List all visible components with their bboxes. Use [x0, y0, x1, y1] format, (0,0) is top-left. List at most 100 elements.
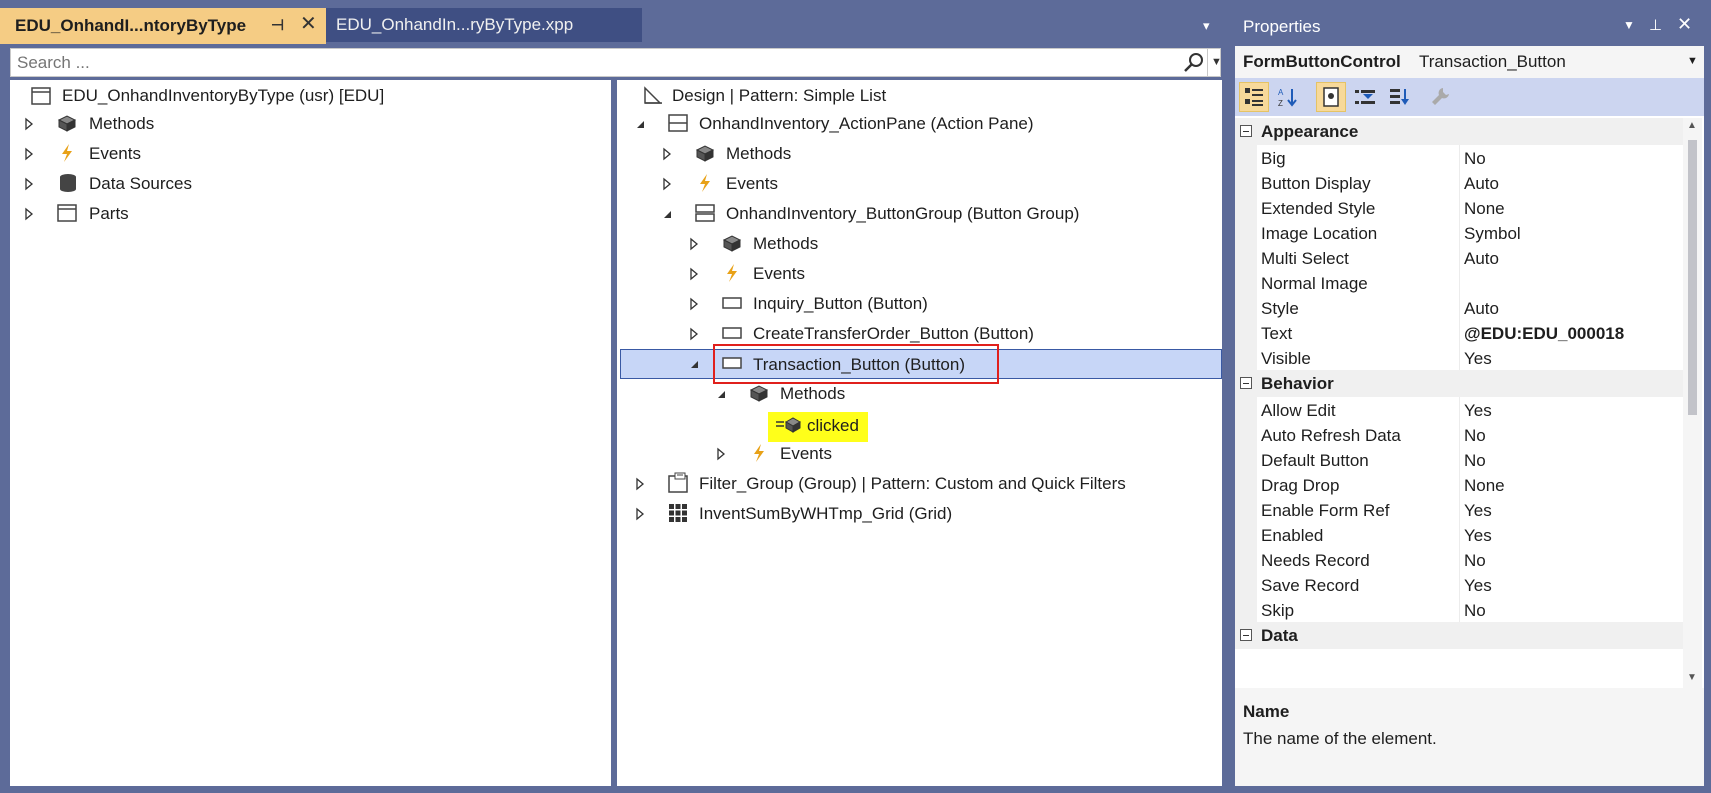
- property-row[interactable]: Save Record Yes: [1235, 572, 1683, 599]
- left-parts-label[interactable]: Parts: [89, 200, 129, 227]
- expand-arrow-icon[interactable]: [22, 207, 36, 221]
- design-root-label[interactable]: Design | Pattern: Simple List: [672, 82, 886, 109]
- property-row[interactable]: Multi Select Auto: [1235, 245, 1683, 272]
- property-value[interactable]: No: [1459, 547, 1683, 574]
- property-value[interactable]: Symbol: [1459, 220, 1683, 247]
- left-events-label[interactable]: Events: [89, 140, 141, 167]
- search-options-icon[interactable]: ▼: [1211, 56, 1222, 68]
- close-icon[interactable]: ✕: [1677, 14, 1692, 35]
- left-datasources-label[interactable]: Data Sources: [89, 170, 192, 197]
- category-behavior[interactable]: Behavior: [1235, 370, 1683, 397]
- events-view-button[interactable]: [1350, 82, 1380, 112]
- expand-arrow-icon[interactable]: [22, 177, 36, 191]
- property-value[interactable]: Auto: [1459, 295, 1683, 322]
- tab-active-form[interactable]: EDU_OnhandI...ntoryByType ⊣ ✕: [0, 8, 326, 44]
- property-value[interactable]: No: [1459, 447, 1683, 474]
- form-root-label[interactable]: EDU_OnhandInventoryByType (usr) [EDU]: [62, 82, 384, 109]
- search-input[interactable]: [17, 52, 1167, 73]
- property-row[interactable]: Visible Yes: [1235, 345, 1683, 372]
- action-pane-label[interactable]: OnhandInventory_ActionPane (Action Pane): [699, 110, 1034, 137]
- property-value[interactable]: Yes: [1459, 345, 1683, 372]
- ap-methods-label[interactable]: Methods: [726, 140, 791, 167]
- pin-icon[interactable]: ⊣: [271, 16, 284, 34]
- property-row[interactable]: Style Auto: [1235, 295, 1683, 322]
- property-row[interactable]: Enable Form Ref Yes: [1235, 497, 1683, 524]
- property-value[interactable]: Auto: [1459, 170, 1683, 197]
- expand-arrow-icon[interactable]: [22, 117, 36, 131]
- expand-arrow-icon[interactable]: [687, 297, 701, 311]
- property-row[interactable]: Allow Edit Yes: [1235, 397, 1683, 424]
- scroll-down-icon[interactable]: ▼: [1687, 672, 1697, 683]
- collapse-category-icon[interactable]: [1240, 629, 1252, 641]
- tb-events-label[interactable]: Events: [780, 440, 832, 467]
- property-row[interactable]: Enabled Yes: [1235, 522, 1683, 549]
- scroll-up-icon[interactable]: ▲: [1687, 120, 1697, 131]
- property-row[interactable]: Needs Record No: [1235, 547, 1683, 574]
- search-icon[interactable]: [1182, 50, 1206, 74]
- object-selector[interactable]: FormButtonControl Transaction_Button ▼: [1235, 46, 1704, 80]
- property-value[interactable]: No: [1459, 597, 1683, 624]
- tab-xpp[interactable]: EDU_OnhandIn...ryByType.xpp: [326, 8, 642, 42]
- create-transfer-button-label[interactable]: CreateTransferOrder_Button (Button): [753, 320, 1034, 347]
- property-value[interactable]: No: [1459, 422, 1683, 449]
- property-value[interactable]: Yes: [1459, 522, 1683, 549]
- close-icon[interactable]: ✕: [300, 11, 317, 36]
- properties-view-button[interactable]: [1316, 82, 1346, 112]
- expand-arrow-icon[interactable]: [687, 267, 701, 281]
- category-appearance[interactable]: Appearance: [1235, 118, 1683, 145]
- scrollbar-thumb[interactable]: [1688, 140, 1697, 415]
- property-row[interactable]: Button Display Auto: [1235, 170, 1683, 197]
- expand-arrow-icon[interactable]: [687, 327, 701, 341]
- property-row[interactable]: Drag Drop None: [1235, 472, 1683, 499]
- tb-methods-label[interactable]: Methods: [780, 380, 845, 407]
- inquiry-button-label[interactable]: Inquiry_Button (Button): [753, 290, 928, 317]
- property-value[interactable]: Auto: [1459, 245, 1683, 272]
- property-row[interactable]: Text @EDU:EDU_000018: [1235, 320, 1683, 347]
- property-value[interactable]: None: [1459, 195, 1683, 222]
- category-data[interactable]: Data: [1235, 622, 1683, 649]
- property-value[interactable]: Yes: [1459, 497, 1683, 524]
- grid-label[interactable]: InventSumByWHTmp_Grid (Grid): [699, 500, 952, 527]
- tab-dropdown-icon[interactable]: ▾: [1203, 18, 1210, 34]
- collapse-category-icon[interactable]: [1240, 377, 1252, 389]
- bg-events-label[interactable]: Events: [753, 260, 805, 287]
- property-value[interactable]: Yes: [1459, 397, 1683, 424]
- collapse-arrow-icon[interactable]: [714, 387, 728, 401]
- button-group-label[interactable]: OnhandInventory_ButtonGroup (Button Grou…: [726, 200, 1079, 227]
- expand-arrow-icon[interactable]: [687, 237, 701, 251]
- left-methods-label[interactable]: Methods: [89, 110, 154, 137]
- expand-arrow-icon[interactable]: [633, 507, 647, 521]
- collapse-arrow-icon[interactable]: [633, 117, 647, 131]
- property-row[interactable]: Skip No: [1235, 597, 1683, 624]
- property-row[interactable]: Extended Style None: [1235, 195, 1683, 222]
- property-row[interactable]: Image Location Symbol: [1235, 220, 1683, 247]
- expand-arrow-icon[interactable]: [22, 147, 36, 161]
- chevron-down-icon[interactable]: ▼: [1687, 55, 1698, 67]
- property-row[interactable]: Default Button No: [1235, 447, 1683, 474]
- property-value[interactable]: None: [1459, 472, 1683, 499]
- expand-arrow-icon[interactable]: [633, 477, 647, 491]
- sort-button[interactable]: [1384, 82, 1414, 112]
- alphabetical-button[interactable]: AZ: [1273, 82, 1303, 112]
- collapse-category-icon[interactable]: [1240, 125, 1252, 137]
- collapse-arrow-icon[interactable]: [687, 357, 701, 371]
- expand-arrow-icon[interactable]: [714, 447, 728, 461]
- collapse-arrow-icon[interactable]: [660, 207, 674, 221]
- expand-arrow-icon[interactable]: [660, 147, 674, 161]
- property-value[interactable]: [1459, 270, 1683, 297]
- expand-arrow-icon[interactable]: [660, 177, 674, 191]
- categorized-button[interactable]: [1239, 82, 1269, 112]
- pin-icon[interactable]: ⊥: [1649, 16, 1662, 34]
- property-pages-button[interactable]: [1425, 82, 1455, 112]
- property-row[interactable]: Auto Refresh Data No: [1235, 422, 1683, 449]
- property-row[interactable]: Big No: [1235, 145, 1683, 172]
- property-value[interactable]: Yes: [1459, 572, 1683, 599]
- clicked-method-label[interactable]: clicked: [807, 412, 859, 439]
- filter-group-label[interactable]: Filter_Group (Group) | Pattern: Custom a…: [699, 470, 1126, 497]
- ap-events-label[interactable]: Events: [726, 170, 778, 197]
- panel-dropdown-icon[interactable]: ▼: [1623, 18, 1635, 32]
- property-value[interactable]: No: [1459, 145, 1683, 172]
- property-value[interactable]: @EDU:EDU_000018: [1459, 320, 1683, 347]
- property-row[interactable]: Normal Image: [1235, 270, 1683, 297]
- bg-methods-label[interactable]: Methods: [753, 230, 818, 257]
